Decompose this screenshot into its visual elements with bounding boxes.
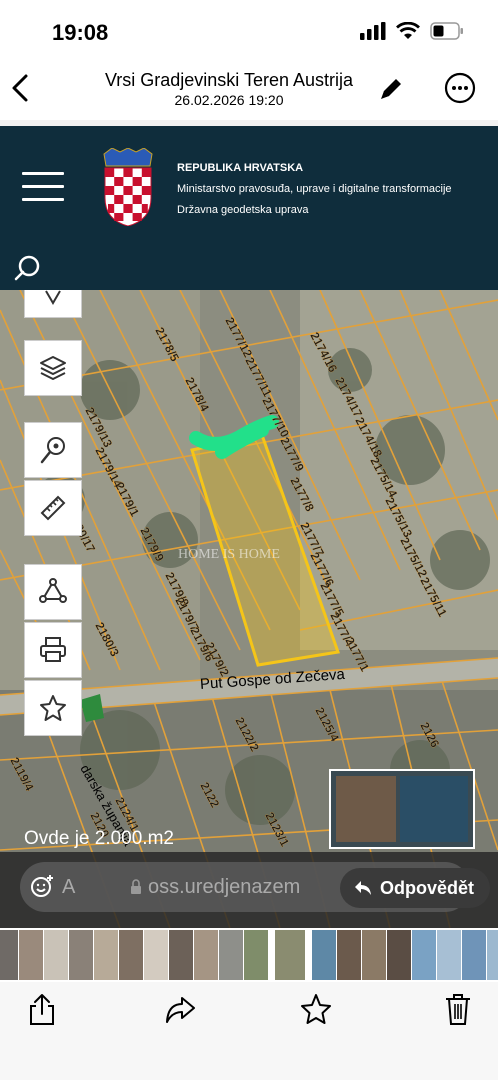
star-icon xyxy=(40,695,66,721)
reply-bar: A oss.uredjenazem Odpovědět xyxy=(0,852,498,928)
bottom-toolbar xyxy=(0,982,498,1080)
url-text: oss.uredjenazem xyxy=(148,876,301,898)
link-preview-url: oss.uredjenazem xyxy=(130,876,300,899)
photo-header: Vrsi Gradjevinski Teren Austrija 26.02.2… xyxy=(0,64,498,120)
thumbnail[interactable] xyxy=(412,930,436,980)
reply-arrow-icon xyxy=(355,881,371,895)
back-icon[interactable] xyxy=(8,72,32,104)
thumbnail[interactable] xyxy=(337,930,361,980)
emoji-icon[interactable] xyxy=(30,874,54,898)
gov-line-1: REPUBLIKA HRVATSKA xyxy=(177,162,304,174)
location-search-icon xyxy=(40,437,65,464)
share-icon[interactable] xyxy=(26,992,58,1026)
thumbnail[interactable] xyxy=(44,930,68,980)
edit-pencil-icon[interactable] xyxy=(378,76,404,102)
gov-site-header: REPUBLIKA HRVATSKA Ministarstvo pravosuđ… xyxy=(0,120,498,290)
gov-site-title: REPUBLIKA HRVATSKA Ministarstvo pravosuđ… xyxy=(177,158,452,221)
layers-icon xyxy=(40,356,66,380)
compass-icon xyxy=(45,290,61,305)
ruler-icon xyxy=(40,495,66,521)
gov-line-2: Ministarstvo pravosuđa, uprave i digital… xyxy=(177,183,452,195)
thumbnail[interactable] xyxy=(312,930,336,980)
photo-date: 26.02.2026 19:20 xyxy=(174,92,284,108)
photo-caption: Ovde je 2.000.m2 xyxy=(24,828,174,849)
map-tool-measure[interactable] xyxy=(24,480,82,536)
thumbnail[interactable] xyxy=(119,930,143,980)
map-tool-polygon[interactable] xyxy=(24,564,82,620)
cellular-signal-icon xyxy=(360,22,386,40)
thumbnail-selected[interactable] xyxy=(275,930,305,980)
forward-icon[interactable] xyxy=(164,992,196,1026)
thumbnail[interactable] xyxy=(387,930,411,980)
thumbnail[interactable] xyxy=(219,930,243,980)
map-tool-layers[interactable] xyxy=(24,340,82,396)
status-icons xyxy=(360,22,464,40)
thumbnail[interactable] xyxy=(362,930,386,980)
thumbnail-strip[interactable] xyxy=(0,928,498,982)
thumbnail[interactable] xyxy=(94,930,118,980)
reply-button-label: Odpovědět xyxy=(380,877,475,898)
wifi-icon xyxy=(396,22,420,39)
reply-button[interactable]: Odpovědět xyxy=(340,868,491,908)
thumbnail[interactable] xyxy=(169,930,193,980)
status-bar: 19:08 xyxy=(0,0,498,64)
polygon-draw-icon xyxy=(39,578,67,603)
battery-icon xyxy=(430,22,463,40)
thumbnail-map[interactable] xyxy=(244,930,268,980)
lock-icon xyxy=(131,879,141,894)
printer-icon xyxy=(40,637,66,662)
thumbnail[interactable] xyxy=(144,930,168,980)
thumbnail[interactable] xyxy=(0,930,18,980)
map-tool-favorite[interactable] xyxy=(24,680,82,736)
thumbnail[interactable] xyxy=(69,930,93,980)
thumbnail[interactable] xyxy=(437,930,461,980)
status-time: 19:08 xyxy=(52,20,109,45)
thumbnail[interactable] xyxy=(194,930,218,980)
hamburger-menu-icon xyxy=(22,172,64,202)
map-tool-print[interactable] xyxy=(24,622,82,678)
photo-title: Vrsi Gradjevinski Teren Austrija xyxy=(104,70,354,90)
star-icon[interactable] xyxy=(300,992,332,1026)
thumbnail[interactable] xyxy=(462,930,486,980)
thumbnail[interactable] xyxy=(19,930,43,980)
reply-placeholder: A xyxy=(62,876,76,898)
map-tool-compass[interactable] xyxy=(24,290,82,318)
reply-input[interactable]: A oss.uredjenazem Odpovědět xyxy=(20,862,491,912)
photo-view[interactable]: REPUBLIKA HRVATSKA Ministarstvo pravosuđ… xyxy=(0,120,498,928)
watermark: HOME IS HOME xyxy=(178,547,280,562)
gov-line-3: Državna geodetska uprava xyxy=(177,204,309,216)
more-options-icon[interactable] xyxy=(444,72,476,104)
search-icon xyxy=(14,255,40,281)
croatian-coat-of-arms-icon xyxy=(103,148,153,226)
thumbnail[interactable] xyxy=(487,930,498,980)
trash-icon[interactable] xyxy=(442,992,474,1026)
map-tool-locate[interactable] xyxy=(24,422,82,478)
